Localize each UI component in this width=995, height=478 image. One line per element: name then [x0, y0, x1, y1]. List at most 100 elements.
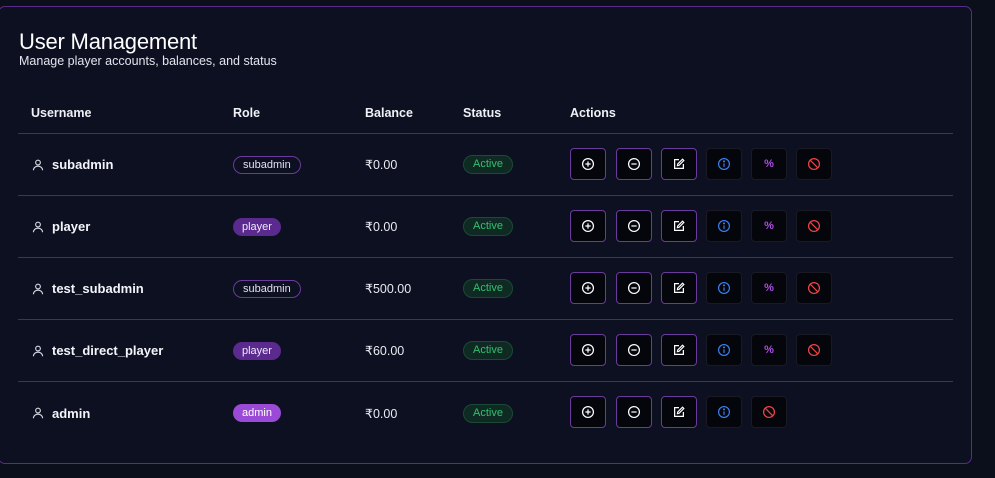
role-badge: player — [233, 341, 281, 360]
table-row: test_direct_player player ₹60.00 Active% — [18, 320, 953, 382]
user-icon — [31, 220, 45, 234]
minus-circle-icon — [627, 405, 641, 419]
role-badge: subadmin — [233, 155, 301, 174]
edit-icon — [672, 281, 686, 295]
role-badge: admin — [233, 404, 281, 422]
balance-cell: ₹500.00 — [365, 258, 411, 319]
ban-icon — [762, 405, 776, 419]
info-icon — [717, 281, 731, 295]
page-title: User Management — [19, 29, 197, 54]
role-cell: player — [233, 320, 281, 381]
add-balance-button[interactable] — [570, 148, 606, 180]
plus-circle-icon — [581, 157, 595, 171]
ban-icon — [807, 157, 821, 171]
user-icon — [31, 158, 45, 172]
balance-value: ₹0.00 — [365, 158, 398, 172]
balance-value: ₹500.00 — [365, 282, 412, 296]
user-management-card: User Management Manage player accounts, … — [0, 6, 972, 464]
role-cell: player — [233, 196, 281, 257]
balance-value: ₹0.00 — [365, 406, 398, 421]
table-row: admin admin ₹0.00 Active — [18, 382, 953, 444]
status-cell: Active — [463, 196, 513, 257]
info-icon — [717, 219, 731, 233]
edit-user-button[interactable] — [661, 334, 697, 366]
username-cell: test_direct_player — [31, 320, 163, 381]
deduct-balance-button[interactable] — [616, 334, 652, 366]
user-info-button[interactable] — [706, 210, 742, 242]
table-row: player player ₹0.00 Active% — [18, 196, 953, 258]
role-cell: admin — [233, 382, 281, 444]
balance-cell: ₹0.00 — [365, 196, 397, 257]
ban-user-button[interactable] — [796, 272, 832, 304]
add-balance-button[interactable] — [570, 334, 606, 366]
username-cell: test_subadmin — [31, 258, 144, 319]
plus-circle-icon — [581, 281, 595, 295]
user-icon — [31, 344, 45, 358]
status-badge: Active — [463, 217, 513, 236]
user-info-button[interactable] — [706, 272, 742, 304]
plus-circle-icon — [581, 219, 595, 233]
deduct-balance-button[interactable] — [616, 272, 652, 304]
edit-user-button[interactable] — [661, 210, 697, 242]
edit-user-button[interactable] — [661, 272, 697, 304]
user-icon — [31, 406, 45, 420]
ban-icon — [807, 219, 821, 233]
commission-button[interactable]: % — [751, 272, 787, 304]
minus-circle-icon — [627, 219, 641, 233]
username-cell: admin — [31, 382, 90, 444]
ban-user-button[interactable] — [796, 210, 832, 242]
balance-cell: ₹60.00 — [365, 320, 404, 381]
ban-user-button[interactable] — [796, 148, 832, 180]
user-info-button[interactable] — [706, 396, 742, 428]
edit-user-button[interactable] — [661, 396, 697, 428]
balance-value: ₹60.00 — [365, 344, 405, 358]
minus-circle-icon — [627, 343, 641, 357]
info-icon — [717, 405, 731, 419]
ban-icon — [807, 343, 821, 357]
percent-icon: % — [764, 220, 774, 232]
username-cell: player — [31, 196, 90, 257]
ban-user-button[interactable] — [751, 396, 787, 428]
username: admin — [52, 405, 91, 421]
add-balance-button[interactable] — [570, 396, 606, 428]
ban-user-button[interactable] — [796, 334, 832, 366]
user-info-button[interactable] — [706, 334, 742, 366]
info-icon — [717, 157, 731, 171]
col-balance: Balance — [365, 106, 413, 120]
table-header: Username Role Balance Status Actions — [18, 97, 953, 134]
deduct-balance-button[interactable] — [616, 210, 652, 242]
info-icon — [717, 343, 731, 357]
edit-user-button[interactable] — [661, 148, 697, 180]
add-balance-button[interactable] — [570, 210, 606, 242]
percent-icon: % — [764, 158, 774, 170]
balance-value: ₹0.00 — [365, 220, 398, 234]
status-cell: Active — [463, 320, 513, 381]
plus-circle-icon — [581, 343, 595, 357]
add-balance-button[interactable] — [570, 272, 606, 304]
commission-button[interactable]: % — [751, 210, 787, 242]
minus-circle-icon — [627, 157, 641, 171]
table-row: subadmin subadmin ₹0.00 Active% — [18, 134, 953, 196]
commission-button[interactable]: % — [751, 148, 787, 180]
edit-icon — [672, 405, 686, 419]
edit-icon — [672, 219, 686, 233]
deduct-balance-button[interactable] — [616, 396, 652, 428]
role-badge: player — [233, 217, 281, 236]
col-role: Role — [233, 106, 261, 120]
role-cell: subadmin — [233, 134, 301, 195]
percent-icon: % — [764, 344, 774, 356]
username: subadmin — [52, 157, 114, 172]
commission-button[interactable]: % — [751, 334, 787, 366]
role-cell: subadmin — [233, 258, 301, 319]
balance-cell: ₹0.00 — [365, 382, 397, 444]
status-badge: Active — [463, 279, 513, 298]
page-subtitle: Manage player accounts, balances, and st… — [19, 54, 277, 68]
plus-circle-icon — [581, 405, 595, 419]
table-row: test_subadmin subadmin ₹500.00 Active% — [18, 258, 953, 320]
user-info-button[interactable] — [706, 148, 742, 180]
deduct-balance-button[interactable] — [616, 148, 652, 180]
status-badge: Active — [463, 341, 513, 360]
balance-cell: ₹0.00 — [365, 134, 397, 195]
edit-icon — [672, 343, 686, 357]
status-badge: Active — [463, 403, 513, 423]
